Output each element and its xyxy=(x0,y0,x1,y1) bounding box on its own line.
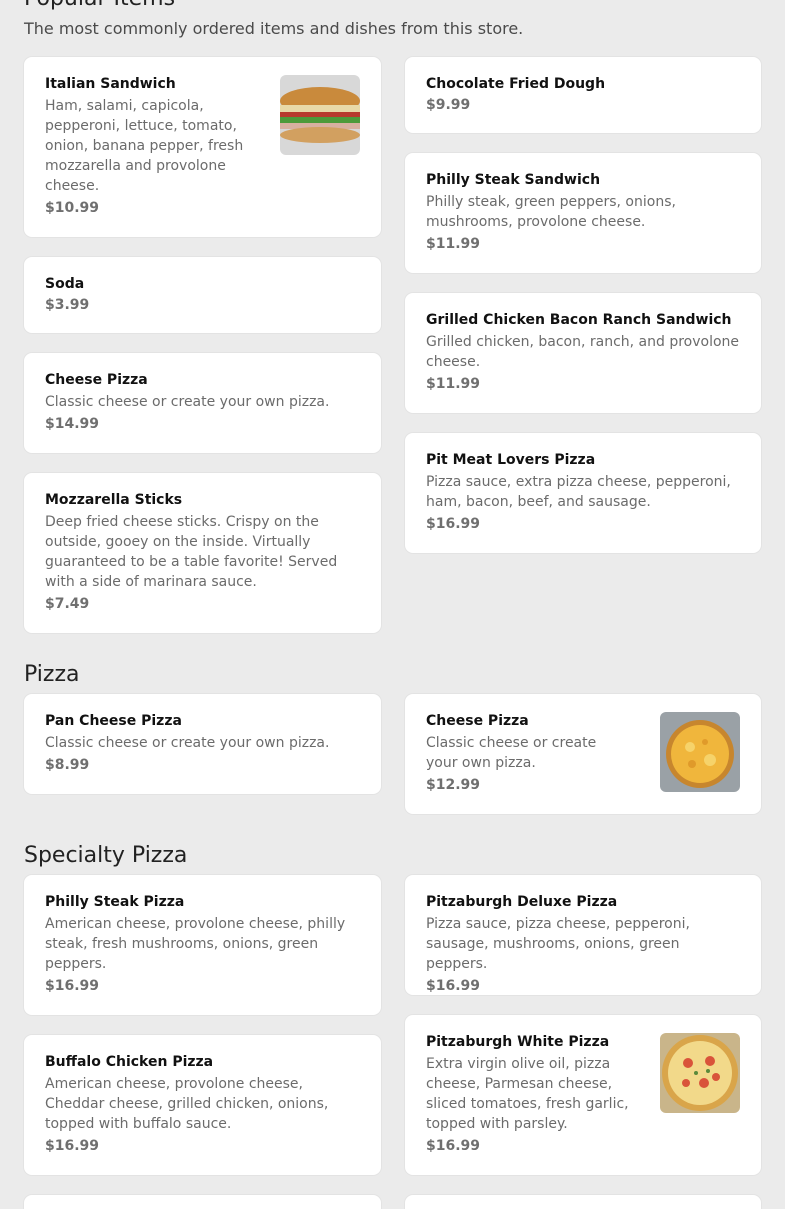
item-description: Classic cheese or create your own pizza. xyxy=(45,394,330,410)
item-name: Philly Steak Pizza xyxy=(45,894,185,910)
item-name: Grilled Chicken Bacon Ranch Sandwich xyxy=(426,312,732,328)
item-description: Extra virgin olive oil, pizza cheese, Pa… xyxy=(426,1056,629,1132)
item-name: Buffalo Chicken Pizza xyxy=(45,1054,214,1070)
menu-item-cheese-pizza-2[interactable]: Cheese Pizza Classic cheese or create yo… xyxy=(405,694,761,814)
menu-item-grilled-chicken-bacon-ranch-sandwich[interactable]: Grilled Chicken Bacon Ranch Sandwich Gri… xyxy=(405,293,761,413)
item-name: Cheese Pizza xyxy=(45,372,148,388)
menu-item-partial-right[interactable] xyxy=(405,1195,761,1209)
item-price: $7.49 xyxy=(45,596,90,612)
section-title-pizza: Pizza xyxy=(24,662,80,687)
item-name: Philly Steak Sandwich xyxy=(426,172,601,188)
item-price: $9.99 xyxy=(426,97,471,113)
item-description: Classic cheese or create your own pizza. xyxy=(45,735,330,751)
item-name: Italian Sandwich xyxy=(45,76,176,92)
menu-item-pit-meat-lovers-pizza[interactable]: Pit Meat Lovers Pizza Pizza sauce, extra… xyxy=(405,433,761,553)
menu-item-soda[interactable]: Soda $3.99 xyxy=(24,257,381,333)
item-price: $11.99 xyxy=(426,376,481,392)
item-name: Mozzarella Sticks xyxy=(45,492,183,508)
item-description: American cheese, provolone cheese, Chedd… xyxy=(45,1076,329,1132)
menu-item-philly-steak-pizza[interactable]: Philly Steak Pizza American cheese, prov… xyxy=(24,875,381,1015)
menu-item-pitzaburgh-white-pizza[interactable]: Pitzaburgh White Pizza Extra virgin oliv… xyxy=(405,1015,761,1175)
item-description: Philly steak, green peppers, onions, mus… xyxy=(426,194,676,230)
menu-item-chocolate-fried-dough[interactable]: Chocolate Fried Dough $9.99 xyxy=(405,57,761,133)
menu-item-pitzaburgh-deluxe-pizza[interactable]: Pitzaburgh Deluxe Pizza Pizza sauce, piz… xyxy=(405,875,761,995)
item-name: Pitzaburgh White Pizza xyxy=(426,1034,610,1050)
section-title-specialty: Specialty Pizza xyxy=(24,843,188,868)
item-description: Ham, salami, capicola, pepperoni, lettuc… xyxy=(45,98,244,194)
menu-item-pan-cheese-pizza[interactable]: Pan Cheese Pizza Classic cheese or creat… xyxy=(24,694,381,794)
item-price: $16.99 xyxy=(426,1138,481,1154)
item-price: $16.99 xyxy=(45,978,100,994)
menu-item-mozzarella-sticks[interactable]: Mozzarella Sticks Deep fried cheese stic… xyxy=(24,473,381,633)
item-description: Pizza sauce, pizza cheese, pepperoni, sa… xyxy=(426,916,690,972)
item-description: Classic cheese or create your own pizza. xyxy=(426,735,597,771)
menu-item-cheese-pizza[interactable]: Cheese Pizza Classic cheese or create yo… xyxy=(24,353,381,453)
item-price: $8.99 xyxy=(45,757,90,773)
cheese-pizza-photo xyxy=(660,712,740,792)
item-description: Pizza sauce, extra pizza cheese, peppero… xyxy=(426,474,731,510)
item-description: Grilled chicken, bacon, ranch, and provo… xyxy=(426,334,740,370)
item-name: Soda xyxy=(45,276,85,292)
item-name: Cheese Pizza xyxy=(426,713,529,729)
menu-item-philly-steak-sandwich[interactable]: Philly Steak Sandwich Philly steak, gree… xyxy=(405,153,761,273)
menu-item-partial-left[interactable] xyxy=(24,1195,381,1209)
item-name: Pit Meat Lovers Pizza xyxy=(426,452,596,468)
item-description: Deep fried cheese sticks. Crispy on the … xyxy=(45,514,338,590)
menu-item-italian-sandwich[interactable]: Italian Sandwich Ham, salami, capicola, … xyxy=(24,57,381,237)
item-price: $10.99 xyxy=(45,200,100,216)
item-price: $12.99 xyxy=(426,777,481,793)
item-price: $3.99 xyxy=(45,297,90,313)
item-name: Pan Cheese Pizza xyxy=(45,713,182,729)
item-price: $16.99 xyxy=(45,1138,100,1154)
item-price: $11.99 xyxy=(426,236,481,252)
white-pizza-photo xyxy=(660,1033,740,1113)
item-description: American cheese, provolone cheese, phill… xyxy=(45,916,346,972)
section-subtitle-popular: The most commonly ordered items and dish… xyxy=(24,19,524,38)
menu-item-buffalo-chicken-pizza[interactable]: Buffalo Chicken Pizza American cheese, p… xyxy=(24,1035,381,1175)
sandwich-photo xyxy=(280,75,360,155)
item-price: $14.99 xyxy=(45,416,100,432)
item-price: $16.99 xyxy=(426,978,481,994)
item-name: Chocolate Fried Dough xyxy=(426,76,606,92)
item-price: $16.99 xyxy=(426,516,481,532)
item-name: Pitzaburgh Deluxe Pizza xyxy=(426,894,618,910)
section-title-popular: Popular Items xyxy=(24,0,175,10)
